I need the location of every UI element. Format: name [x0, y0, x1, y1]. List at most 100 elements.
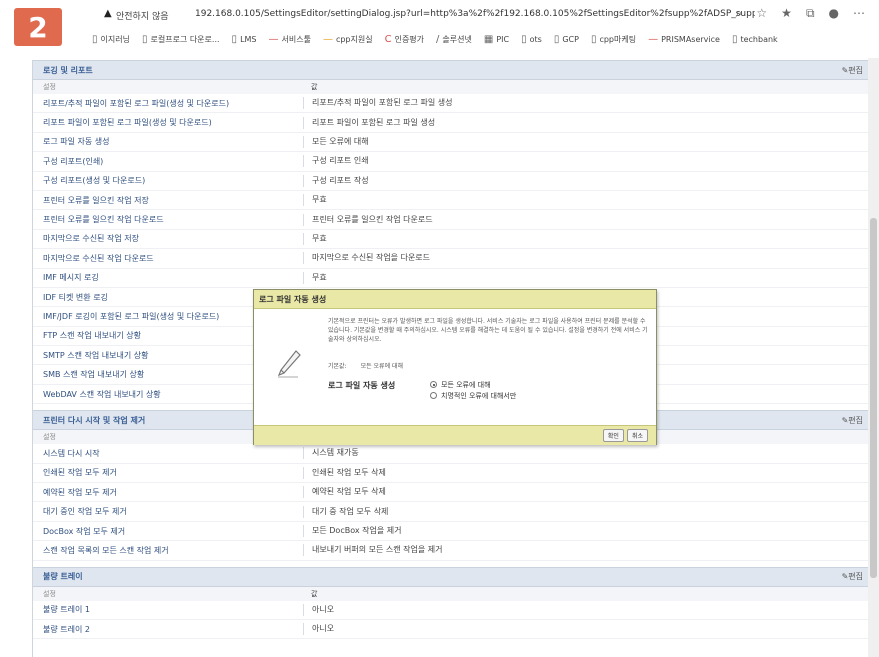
table-row[interactable]: 마지막으로 수신된 작업 저장 무효 [33, 230, 871, 250]
page-icon: ▯ [231, 33, 238, 45]
default-value: 모든 오류에 대해 [360, 363, 404, 370]
default-value-line: 기본값: 모든 오류에 대해 [328, 361, 403, 370]
edit-label: 편집 [848, 65, 863, 75]
setting-name: 마지막으로 수신된 작업 저장 [43, 234, 139, 244]
edit-link[interactable]: ✎편집 [842, 415, 863, 426]
setting-value: 대기 중 작업 모두 삭제 [303, 505, 388, 518]
page-icon: ▯ [553, 33, 560, 45]
setting-name: 리포트/추적 파일이 포함된 로그 파일(생성 및 다운로드) [43, 98, 230, 108]
bookmark-item[interactable]: ▯ ots [521, 30, 542, 48]
ok-button[interactable]: 확인 [602, 429, 624, 442]
table-row[interactable]: DocBox 작업 모두 제거 모든 DocBox 작업을 제거 [33, 522, 871, 542]
more-menu-icon[interactable]: ⋯ [853, 6, 865, 21]
setting-name: 리포트 파일이 포함된 로그 파일(생성 및 다운로드) [43, 118, 212, 128]
setting-value: 프린터 오류를 일으킨 작업 다운로드 [303, 213, 433, 226]
favorites-icon[interactable]: ★ [781, 6, 792, 21]
bookmark-item[interactable]: ▯ techbank [732, 30, 778, 48]
bookmark-item[interactable]: — PRISMAservice [648, 30, 720, 48]
bookmark-label: cpp마케팅 [599, 34, 637, 44]
scrollbar-thumb[interactable] [870, 218, 877, 578]
table-row[interactable]: 마지막으로 수신된 작업 다운로드 마지막으로 수신된 작업을 다운로드 [33, 249, 871, 269]
edit-label: 편집 [848, 572, 863, 582]
setting-value: 무효 [303, 232, 327, 245]
bookmark-label: ots [529, 34, 542, 44]
dash-icon: — [648, 33, 659, 45]
setting-value: 아니오 [303, 603, 334, 616]
dialog-body: 기본적으로 프린터는 오류가 발생하면 로그 파일을 생성합니다. 서비스 기술… [254, 309, 656, 425]
setting-name: 스캔 작업 목록의 모든 스캔 작업 제거 [43, 545, 169, 555]
bookmark-item[interactable]: C 인증평가 [385, 30, 424, 48]
bookmark-item[interactable]: ▯ LMS [232, 30, 257, 48]
setting-name: IMF 메시지 로깅 [43, 273, 99, 283]
auto-log-dialog: 로그 파일 자동 생성 기본적으로 프린터는 오류가 발생하면 로그 파일을 생… [253, 289, 657, 445]
bookmark-item[interactable]: ▯ cpp마케팅 [591, 30, 636, 48]
bookmark-item[interactable]: — 서비스툴 [269, 30, 311, 48]
setting-name: 예약된 작업 모두 제거 [43, 487, 117, 497]
bookmark-item[interactable]: ▦ PIC [484, 30, 509, 48]
cancel-button[interactable]: 취소 [626, 429, 648, 442]
setting-value: 예약된 작업 모두 삭제 [303, 486, 386, 499]
setting-value: 구성 리포트 작성 [303, 174, 369, 187]
setting-name: DocBox 작업 모두 제거 [43, 526, 126, 536]
radio-button-selected[interactable] [430, 381, 437, 388]
table-row[interactable]: IMF 메시지 로깅 무효 [33, 269, 871, 288]
bookmark-item[interactable]: ▯ 로컬프로그 다운로... [142, 30, 220, 48]
favorite-star-icon[interactable]: ☆ [756, 6, 767, 21]
bookmark-label: 이지러닝 [100, 34, 130, 44]
bookmark-label: techbank [740, 34, 778, 44]
table-row[interactable]: 불량 트레이 2 아니오 [33, 620, 871, 640]
browser-address-bar: ▲ 안전하지 않음 192.168.0.105/SettingsEditor/s… [0, 0, 879, 28]
profile-icon[interactable]: ● [829, 6, 839, 21]
slash-icon: / [436, 33, 440, 45]
bookmark-label: PIC [496, 34, 510, 44]
bookmark-item[interactable]: ▯ 이지러닝 [92, 30, 130, 48]
option-label: 로그 파일 자동 생성 [328, 381, 396, 390]
setting-value: 마지막으로 수신된 작업을 다운로드 [303, 252, 430, 265]
table-row[interactable]: 프린터 오류를 일으킨 작업 저장 무효 [33, 191, 871, 211]
setting-name: 로그 파일 자동 생성 [43, 137, 110, 147]
table-row[interactable]: 시스템 다시 시작 시스템 재가동 [33, 444, 871, 464]
table-row[interactable]: 불량 트레이 1 아니오 [33, 601, 871, 620]
search-icon[interactable]: ⌕ [736, 6, 743, 21]
table-row[interactable]: 대기 중인 작업 모두 제거 대기 중 작업 모두 삭제 [33, 502, 871, 522]
url-field[interactable]: 192.168.0.105/SettingsEditor/settingDial… [195, 9, 755, 19]
vertical-scrollbar[interactable] [868, 58, 879, 657]
collections-icon[interactable]: ⧉ [806, 6, 815, 21]
table-row[interactable]: 구성 리포트(인쇄) 구성 리포트 인쇄 [33, 152, 871, 172]
edit-link[interactable]: ✎편집 [842, 65, 863, 76]
dialog-title: 로그 파일 자동 생성 [254, 290, 656, 309]
bookmark-item[interactable]: — cpp지원실 [323, 30, 373, 48]
bookmark-item[interactable]: ▯ GCP [554, 30, 579, 48]
table-row[interactable]: 스캔 작업 목록의 모든 스캔 작업 제거 내보내기 버퍼의 모든 스캔 작업을 … [33, 541, 871, 561]
setting-name: 불량 트레이 1 [43, 605, 90, 615]
dialog-description: 기본적으로 프린터는 오류가 발생하면 로그 파일을 생성합니다. 서비스 기술… [328, 318, 648, 343]
column-header-row: 설정 값 [33, 80, 871, 94]
table-row[interactable]: 프린터 오류를 일으킨 작업 다운로드 프린터 오류를 일으킨 작업 다운로드 [33, 210, 871, 230]
section-title: 프린터 다시 시작 및 작업 제거 [43, 415, 146, 425]
setting-name: 프린터 오류를 일으킨 작업 다운로드 [43, 215, 164, 225]
security-indicator[interactable]: 안전하지 않음 [116, 9, 169, 22]
setting-name: 구성 리포트(인쇄) [43, 156, 104, 166]
bookmark-label: 솔루션넷 [442, 34, 472, 44]
bookmark-label: GCP [562, 34, 579, 44]
table-row[interactable]: 리포트/추적 파일이 포함된 로그 파일(생성 및 다운로드) 리포트/추적 파일… [33, 94, 871, 114]
page-icon: ▯ [141, 33, 148, 45]
radio-fatal-errors[interactable]: 치명적인 오류에 대해서만 [430, 390, 516, 401]
setting-name: 불량 트레이 2 [43, 624, 90, 634]
toolbar-icons: ⌕ ☆ ★ ⧉ ● ⋯ [736, 6, 865, 21]
bookmark-item[interactable]: / 솔루션넷 [436, 30, 472, 48]
bookmark-label: 서비스툴 [281, 34, 311, 44]
table-row[interactable]: 인쇄된 작업 모두 제거 인쇄된 작업 모두 삭제 [33, 464, 871, 484]
radio-button[interactable] [430, 392, 437, 399]
table-row[interactable]: 로그 파일 자동 생성 모든 오류에 대해 [33, 133, 871, 153]
grid-icon: ▦ [483, 33, 494, 45]
setting-value: 리포트 파일이 포함된 로그 파일 생성 [303, 116, 435, 129]
radio-all-errors[interactable]: 모든 오류에 대해 [430, 379, 516, 390]
radio-group: 모든 오류에 대해 치명적인 오류에 대해서만 [430, 379, 516, 401]
table-row[interactable]: 구성 리포트(생성 및 다운로드) 구성 리포트 작성 [33, 172, 871, 191]
edit-link[interactable]: ✎편집 [842, 571, 863, 582]
column-value: 값 [311, 83, 318, 91]
table-row[interactable]: 예약된 작업 모두 제거 예약된 작업 모두 삭제 [33, 483, 871, 503]
table-row[interactable]: 리포트 파일이 포함된 로그 파일(생성 및 다운로드) 리포트 파일이 포함된 … [33, 113, 871, 133]
bookmark-label: cpp지원실 [335, 34, 373, 44]
